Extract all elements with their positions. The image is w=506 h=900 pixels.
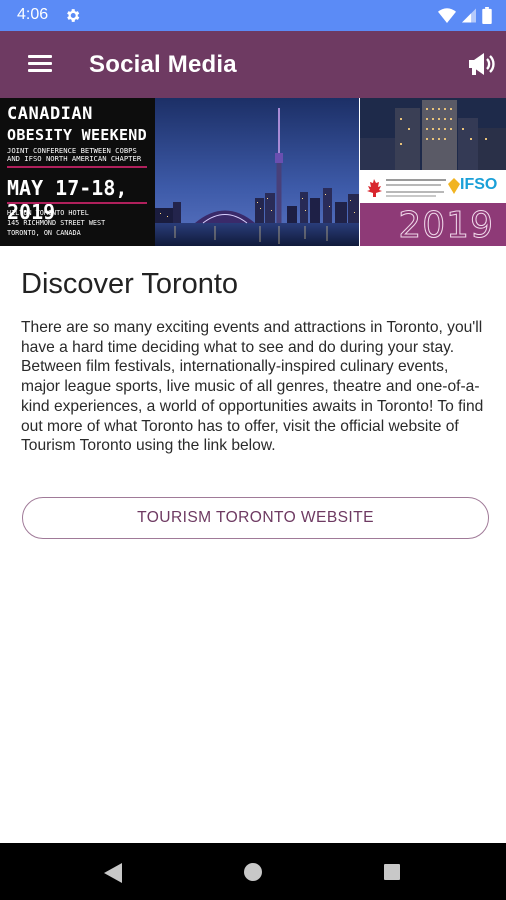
home-icon[interactable] [244, 863, 262, 881]
banner-venue-line: TORONTO, ON CANADA [7, 229, 81, 237]
back-icon[interactable] [104, 863, 122, 883]
banner-logos: IFSO [360, 170, 506, 203]
banner-event-info: CANADIAN OBESITY WEEKEND JOINT CONFERENC… [0, 98, 155, 246]
banner-subtitle: JOINT CONFERENCE BETWEEN COBPS AND IFSO … [7, 146, 142, 163]
banner-divider [7, 166, 147, 168]
status-bar: 4:06 [0, 0, 506, 31]
banner-venue-line: 145 RICHMOND STREET WEST [7, 219, 106, 227]
section-body-text: There are so many exciting events and at… [21, 319, 484, 455]
banner-divider [7, 202, 147, 204]
banner-year: 2019 [398, 205, 494, 247]
menu-icon[interactable] [28, 55, 52, 73]
page-title: Social Media [89, 51, 237, 78]
status-time: 4:06 [17, 6, 49, 23]
battery-icon [482, 7, 492, 24]
maple-leaf-logo-icon [367, 179, 382, 197]
banner-right-panel: IFSO 2019 [360, 98, 506, 246]
toronto-skyline-image [155, 98, 359, 246]
wifi-icon [438, 8, 456, 23]
ifso-logo-text: IFSO [460, 176, 498, 193]
signal-icon [462, 8, 476, 23]
ifso-logo-icon [448, 178, 460, 194]
gear-icon [67, 9, 80, 22]
app-bar: Social Media [0, 31, 506, 98]
system-nav-bar [0, 843, 506, 900]
partner-logo-text [386, 179, 446, 197]
banner-venue: HILTON TORONTO HOTEL 145 RICHMOND STREET… [7, 208, 153, 238]
banner-line-1: CANADIAN [7, 104, 93, 124]
megaphone-icon[interactable] [466, 50, 496, 78]
banner-year-panel: 2019 [360, 203, 506, 246]
section-heading: Discover Toronto [21, 268, 239, 300]
recents-icon[interactable] [384, 864, 400, 880]
hotel-photo [360, 98, 506, 170]
banner-line-2: OBESITY WEEKEND [7, 126, 147, 144]
tourism-toronto-website-button[interactable]: TOURISM TORONTO WEBSITE [22, 497, 489, 539]
event-banner: CANADIAN OBESITY WEEKEND JOINT CONFERENC… [0, 98, 506, 246]
banner-venue-line: HILTON TORONTO HOTEL [7, 209, 89, 217]
